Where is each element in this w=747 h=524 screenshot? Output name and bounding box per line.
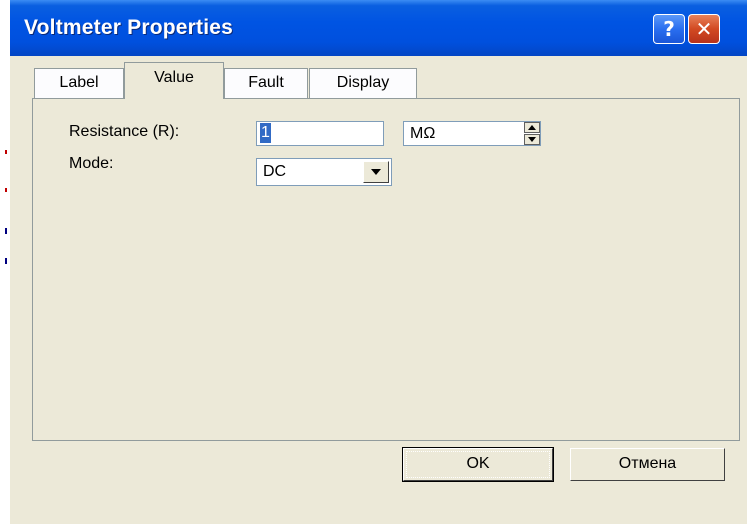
tab-label[interactable]: Label bbox=[34, 68, 124, 98]
tab-fault[interactable]: Fault bbox=[224, 68, 308, 98]
mode-select[interactable]: DC bbox=[256, 158, 392, 186]
mode-dropdown-button[interactable] bbox=[363, 161, 389, 183]
chevron-down-icon bbox=[371, 169, 381, 175]
close-icon: ✕ bbox=[695, 17, 713, 41]
close-button[interactable]: ✕ bbox=[688, 14, 720, 44]
voltmeter-properties-dialog: Voltmeter Properties ? ✕ Label Value Fau… bbox=[10, 0, 747, 524]
background-window-edge bbox=[0, 0, 10, 524]
title-bar[interactable]: Voltmeter Properties ? ✕ bbox=[10, 0, 747, 56]
resistance-input[interactable]: 1 bbox=[256, 121, 384, 146]
dialog-title: Voltmeter Properties bbox=[24, 16, 234, 39]
unit-spinner bbox=[524, 122, 540, 145]
mode-value: DC bbox=[263, 163, 287, 180]
resistance-value: 1 bbox=[260, 123, 271, 143]
edge-mark bbox=[5, 150, 7, 154]
tab-display[interactable]: Display bbox=[309, 68, 417, 98]
arrow-up-icon bbox=[528, 125, 536, 130]
edge-mark bbox=[5, 258, 7, 264]
help-icon: ? bbox=[663, 17, 675, 41]
ok-button[interactable]: OK bbox=[402, 447, 554, 482]
resistance-label: Resistance (R): bbox=[69, 123, 180, 140]
resistance-unit-stepper[interactable]: MΩ bbox=[403, 121, 541, 146]
cancel-button-label: Отмена bbox=[618, 455, 677, 472]
focus-ring bbox=[406, 451, 550, 478]
spin-down-button[interactable] bbox=[524, 134, 540, 145]
mode-label: Mode: bbox=[69, 155, 114, 172]
arrow-down-icon bbox=[528, 137, 536, 142]
tab-value[interactable]: Value bbox=[124, 62, 224, 99]
edge-mark bbox=[5, 228, 7, 234]
value-tab-panel: Resistance (R): 1 MΩ Mode: DC bbox=[32, 98, 740, 441]
resistance-unit: MΩ bbox=[410, 125, 436, 142]
cancel-button[interactable]: Отмена bbox=[570, 448, 725, 481]
spin-up-button[interactable] bbox=[524, 122, 540, 133]
edge-mark bbox=[5, 188, 7, 192]
help-button[interactable]: ? bbox=[653, 14, 685, 44]
